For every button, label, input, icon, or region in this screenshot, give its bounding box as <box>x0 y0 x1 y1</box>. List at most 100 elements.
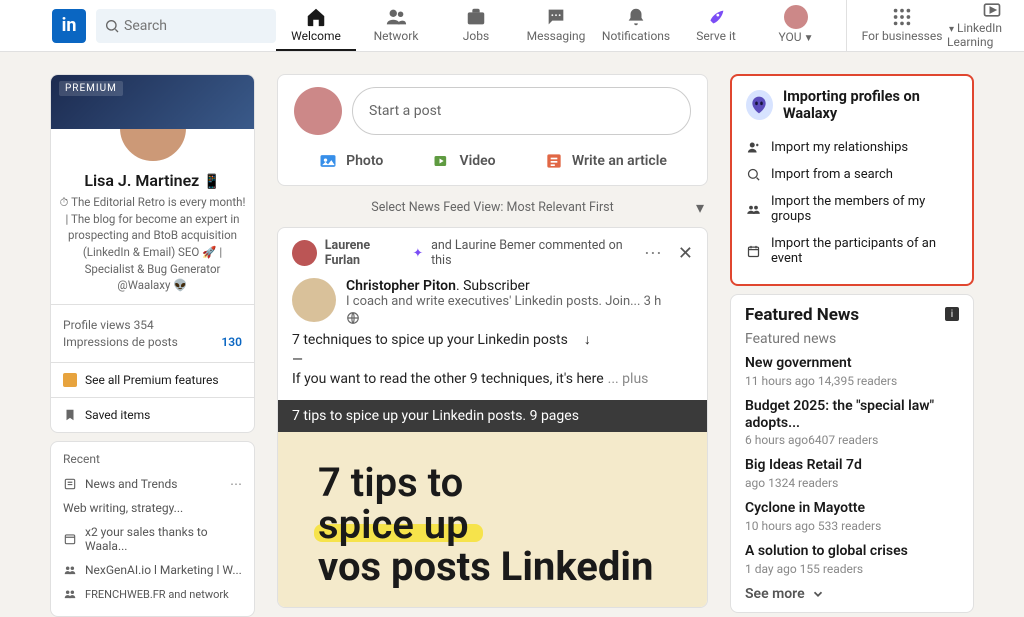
news-item[interactable]: Cyclone in Mayotte10 hours ago 533 reade… <box>745 500 959 533</box>
bell-icon <box>625 6 647 28</box>
rocket-icon <box>705 6 727 28</box>
bookmark-icon <box>63 408 77 422</box>
featured-news-card: Featured News i Featured news New govern… <box>730 294 974 613</box>
author-name[interactable]: Christopher Piton. Subscriber <box>346 278 661 294</box>
group-icon <box>63 563 77 577</box>
start-post-button[interactable]: Start a post <box>352 87 691 135</box>
nav-learning[interactable]: ▾ LinkedIn Learning <box>947 0 1024 51</box>
globe-icon <box>346 311 360 325</box>
post-menu-button[interactable]: ⋯ <box>644 243 662 264</box>
recent-heading: Recent <box>63 452 242 466</box>
premium-features-link[interactable]: See all Premium features <box>51 362 254 397</box>
nav-label: Serve it <box>696 29 736 43</box>
news-item[interactable]: Budget 2025: the "special law" adopts...… <box>745 398 959 448</box>
stat-profile-views[interactable]: Profile views 354 <box>63 318 242 332</box>
waalaxy-heading: Importing profiles on Waalaxy <box>746 88 958 122</box>
see-more-link[interactable]: ... plus <box>608 371 649 387</box>
event-icon <box>63 532 77 546</box>
info-icon[interactable]: i <box>945 307 959 321</box>
recent-card: Recent News and Trends⋯ Web writing, str… <box>50 441 255 617</box>
stat-impressions[interactable]: Impressions de posts 130 <box>63 335 242 349</box>
feed-post: Laurene Furlan ✦ and Laurine Bemer comme… <box>277 227 708 608</box>
nav-label: Notifications <box>602 29 670 43</box>
profile-cover: PREMIUM <box>51 75 254 129</box>
arrow-down-icon: ↓ <box>584 332 591 348</box>
nav-label: Jobs <box>463 29 489 43</box>
news-subheading: Featured news <box>745 331 959 347</box>
profile-name[interactable]: Lisa J. Martinez 📱 <box>51 171 254 190</box>
waalaxy-widget: Importing profiles on Waalaxy Import my … <box>730 74 974 286</box>
article-icon <box>544 151 564 171</box>
linkedin-logo[interactable]: in <box>52 9 86 43</box>
caret-down-icon: ▼ <box>804 33 814 44</box>
waalaxy-import-groups[interactable]: Import the members of my groups <box>746 188 958 230</box>
nav-serve[interactable]: Serve it <box>676 0 756 51</box>
compose-card: Start a post Photo Video Write an articl… <box>277 74 708 186</box>
saved-items-link[interactable]: Saved items <box>51 397 254 432</box>
calendar-icon <box>746 244 761 259</box>
news-item[interactable]: A solution to global crises1 day ago 155… <box>745 543 959 576</box>
more-icon[interactable]: ⋯ <box>230 477 242 491</box>
waalaxy-import-search[interactable]: Import from a search <box>746 161 958 188</box>
nav-messaging[interactable]: Messaging <box>516 0 596 51</box>
author-avatar[interactable] <box>292 278 336 322</box>
waalaxy-import-relationships[interactable]: Import my relationships <box>746 134 958 161</box>
nav-label: Messaging <box>527 29 586 43</box>
recent-item[interactable]: FRENCHWEB.FR and network <box>63 582 242 606</box>
profile-card: PREMIUM Lisa J. Martinez 📱 ⏱ The Editori… <box>50 74 255 433</box>
search-input[interactable] <box>124 18 276 34</box>
nav-you[interactable]: YOU▼ <box>756 0 836 51</box>
chevron-down-icon <box>811 587 825 601</box>
play-icon <box>981 0 1003 20</box>
search-input-wrap[interactable] <box>96 9 276 43</box>
comment-meta: and Laurine Bemer commented on this <box>431 238 636 268</box>
commenter-avatar[interactable] <box>292 240 317 266</box>
recent-item[interactable]: News and Trends⋯ <box>63 472 242 496</box>
nav-label: For businesses <box>862 29 943 43</box>
author-subline: I coach and write executives' Linkedin p… <box>346 294 661 309</box>
compose-photo-button[interactable]: Photo <box>308 145 393 177</box>
post-document-preview[interactable]: 7 tips to spice up vos posts Linkedin <box>278 432 707 607</box>
nav-label: Network <box>374 29 419 43</box>
profile-tagline: ⏱ The Editorial Retro is every month! | … <box>51 190 254 304</box>
recent-item[interactable]: Web writing, strategy... <box>63 496 242 520</box>
nav-divider <box>846 0 847 51</box>
nav-network[interactable]: Network <box>356 0 436 51</box>
news-item[interactable]: Big Ideas Retail 7dago 1324 readers <box>745 457 959 490</box>
post-author-row: Christopher Piton. Subscriber I coach an… <box>292 278 693 325</box>
logo-block: in <box>52 0 276 51</box>
compose-avatar[interactable] <box>294 87 342 135</box>
nav-label: Welcome <box>291 29 341 43</box>
chat-icon <box>545 6 567 28</box>
photo-icon <box>318 151 338 171</box>
video-icon <box>432 151 452 171</box>
profile-stats: Profile views 354 Impressions de posts 1… <box>51 304 254 362</box>
nav-notifications[interactable]: Notifications <box>596 0 676 51</box>
group-icon <box>63 587 77 601</box>
feed-sort-selector[interactable]: Select News Feed View: Most Relevant Fir… <box>277 194 708 219</box>
waalaxy-import-events[interactable]: Import the participants of an event <box>746 230 958 272</box>
nav-businesses[interactable]: For businesses <box>857 0 947 51</box>
recent-item[interactable]: x2 your sales thanks to Waala... <box>63 520 242 558</box>
news-item[interactable]: New government11 hours ago 14,395 reader… <box>745 355 959 388</box>
people-icon <box>746 202 761 217</box>
caret-down-icon[interactable]: ▾ <box>696 198 704 217</box>
secondary-nav: For businesses ▾ LinkedIn Learning <box>857 0 1024 51</box>
commenter-name[interactable]: Laurene Furlan <box>325 238 405 268</box>
primary-nav: Welcome Network Jobs Messaging Notificat… <box>276 0 1024 51</box>
people-icon <box>385 6 407 28</box>
alien-icon <box>746 90 773 120</box>
see-more-button[interactable]: See more <box>745 586 959 602</box>
premium-tag: PREMIUM <box>59 81 123 96</box>
news-icon <box>63 477 77 491</box>
nav-jobs[interactable]: Jobs <box>436 0 516 51</box>
global-header: in Welcome Network Jobs Messaging Notifi… <box>0 0 1024 52</box>
compose-video-button[interactable]: Video <box>422 145 506 177</box>
post-close-button[interactable]: ✕ <box>678 243 693 264</box>
post-doc-banner: 7 tips to spice up your Linkedin posts. … <box>278 400 707 432</box>
nav-welcome[interactable]: Welcome <box>276 0 356 51</box>
search-icon <box>104 18 120 34</box>
search-icon <box>746 167 761 182</box>
recent-item[interactable]: NexGenAI.io l Marketing l W... <box>63 558 242 582</box>
compose-article-button[interactable]: Write an article <box>534 145 677 177</box>
